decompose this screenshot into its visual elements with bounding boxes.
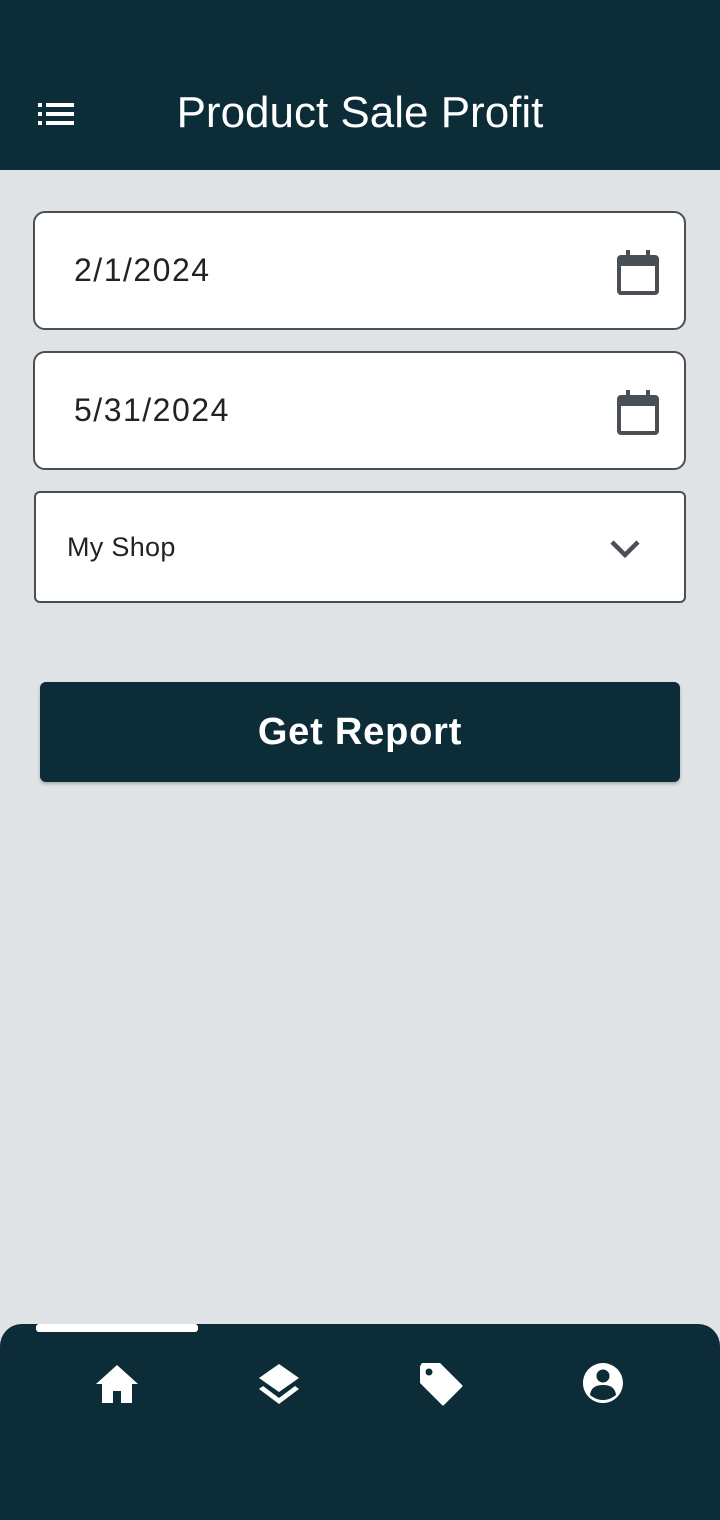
app-header: Product Sale Profit xyxy=(0,0,720,170)
chevron-down-icon[interactable] xyxy=(608,537,642,561)
get-report-button[interactable]: Get Report xyxy=(40,682,680,782)
page-title: Product Sale Profit xyxy=(176,88,544,137)
shop-select[interactable]: My Shop xyxy=(34,491,686,603)
calendar-icon[interactable] xyxy=(616,389,660,437)
start-date-field[interactable]: 2/1/2024 xyxy=(33,211,686,330)
account-circle-icon xyxy=(581,1361,625,1407)
end-date-field[interactable]: 5/31/2024 xyxy=(33,351,686,470)
layers-icon xyxy=(257,1362,301,1406)
nav-home[interactable] xyxy=(57,1354,177,1414)
nav-tags[interactable] xyxy=(381,1354,501,1414)
active-tab-indicator xyxy=(36,1324,198,1332)
shop-select-value: My Shop xyxy=(67,531,176,562)
calendar-icon[interactable] xyxy=(616,249,660,297)
end-date-value: 5/31/2024 xyxy=(74,392,230,428)
nav-layers[interactable] xyxy=(219,1354,339,1414)
bottom-navigation xyxy=(0,1324,720,1520)
nav-account[interactable] xyxy=(543,1354,663,1414)
tag-icon xyxy=(418,1361,464,1407)
home-icon xyxy=(94,1363,140,1405)
start-date-value: 2/1/2024 xyxy=(74,252,211,288)
